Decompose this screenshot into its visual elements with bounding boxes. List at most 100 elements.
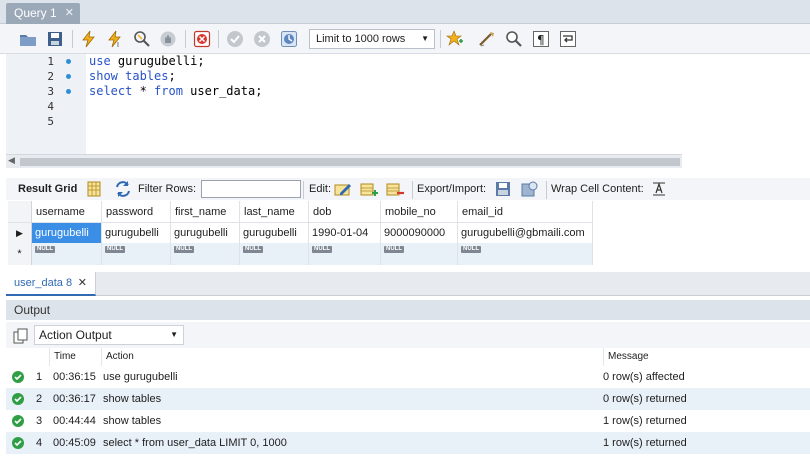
output-row[interactable]: 1 00:36:15 use gurugubelli 0 row(s) affe…: [6, 366, 810, 388]
column-header[interactable]: email_id: [458, 201, 593, 223]
statement-marker-icon: [66, 89, 71, 94]
scroll-left-icon[interactable]: ◀: [8, 155, 15, 166]
row-message: 1 row(s) returned: [603, 437, 687, 449]
refresh-icon[interactable]: [112, 178, 134, 200]
code-line-2[interactable]: show tables;: [89, 69, 176, 83]
table-cell[interactable]: 1990-01-04: [309, 223, 381, 243]
output-row[interactable]: 2 00:36:17 show tables 0 row(s) returned: [6, 388, 810, 410]
edit-row-icon[interactable]: [332, 178, 354, 200]
null-badge: NULL: [35, 246, 55, 253]
import-icon[interactable]: [518, 178, 540, 200]
add-snippet-icon[interactable]: [444, 28, 466, 50]
code-line-3[interactable]: select * from user_data;: [89, 84, 262, 98]
time-column-header[interactable]: Time: [50, 348, 102, 366]
chevron-down-icon: ▼: [170, 330, 178, 339]
new-row-cell[interactable]: NULL: [240, 243, 309, 265]
copy-output-icon[interactable]: [10, 325, 32, 347]
table-cell[interactable]: 9000090000: [381, 223, 458, 243]
table-cell[interactable]: gurugubelli: [240, 223, 309, 243]
export-icon[interactable]: [492, 178, 514, 200]
new-row-cell[interactable]: NULL: [309, 243, 381, 265]
sql-text: gurugubelli;: [110, 54, 205, 68]
row-action: show tables: [103, 415, 162, 427]
toolbar-separator: [72, 30, 73, 48]
toggle-error-icon[interactable]: [191, 28, 213, 50]
open-icon[interactable]: [17, 28, 39, 50]
tab-query-1[interactable]: Query 1 ✕: [6, 3, 80, 24]
null-badge: NULL: [105, 246, 125, 253]
sql-editor-toolbar: I Limit to 1000 rows ▼ ¶: [0, 24, 810, 54]
wrap-cell-label: Wrap Cell Content:: [551, 183, 644, 195]
chevron-down-icon: ▼: [421, 34, 429, 43]
column-header[interactable]: last_name: [240, 201, 309, 223]
column-header[interactable]: first_name: [171, 201, 240, 223]
query-tab-strip: Query 1 ✕: [0, 0, 810, 24]
result-tab-label: user_data 8: [14, 277, 73, 289]
new-row-cell[interactable]: NULL: [32, 243, 102, 265]
filter-rows-input[interactable]: [201, 180, 301, 198]
autocommit-icon[interactable]: [278, 28, 300, 50]
rollback-icon[interactable]: [251, 28, 273, 50]
scrollbar-thumb[interactable]: [20, 158, 680, 166]
sql-text: ;: [168, 69, 176, 83]
limit-rows-value: Limit to 1000 rows: [316, 33, 406, 45]
limit-rows-select[interactable]: Limit to 1000 rows ▼: [309, 29, 435, 49]
message-column-header[interactable]: Message: [604, 348, 810, 366]
success-icon: [12, 415, 24, 427]
column-header[interactable]: dob: [309, 201, 381, 223]
wrap-icon[interactable]: [557, 28, 579, 50]
beautify-icon[interactable]: [476, 28, 498, 50]
row-number: 3: [36, 415, 43, 427]
table-cell[interactable]: gurugubelli: [171, 223, 240, 243]
save-icon[interactable]: [44, 28, 66, 50]
delete-row-icon[interactable]: [384, 178, 406, 200]
result-toolbar: Result Grid Filter Rows: Edit: Export/Im…: [6, 178, 810, 200]
result-grid-button[interactable]: Result Grid: [18, 183, 77, 195]
find-icon[interactable]: [503, 28, 525, 50]
row-number: 4: [36, 437, 43, 449]
result-grid: username password first_name last_name d…: [8, 201, 593, 266]
line-number: 2: [47, 70, 54, 83]
close-tab-icon[interactable]: ✕: [65, 3, 74, 23]
line-number: 3: [47, 85, 54, 98]
result-tab-bar: user_data 8 ✕: [6, 272, 810, 296]
invisible-chars-icon[interactable]: ¶: [530, 28, 552, 50]
output-row[interactable]: 3 00:44:44 show tables 1 row(s) returned: [6, 410, 810, 432]
code-line-1[interactable]: use gurugubelli;: [89, 54, 205, 68]
new-row-cell[interactable]: NULL: [458, 243, 593, 265]
commit-icon[interactable]: [224, 28, 246, 50]
row-number: 1: [36, 371, 43, 383]
current-row-icon[interactable]: ▶: [8, 223, 32, 243]
new-row-cell[interactable]: NULL: [381, 243, 458, 265]
row-time: 00:36:15: [53, 371, 96, 383]
line-number: 1: [47, 55, 54, 68]
editor-horizontal-scrollbar[interactable]: ◀: [6, 154, 682, 168]
null-badge: NULL: [461, 246, 481, 253]
table-cell[interactable]: gurugubelli: [32, 223, 102, 243]
success-icon: [12, 437, 24, 449]
explain-icon[interactable]: [131, 28, 153, 50]
execute-current-icon[interactable]: I: [104, 28, 126, 50]
new-row-cell[interactable]: NULL: [102, 243, 171, 265]
column-header[interactable]: username: [32, 201, 102, 223]
new-row-cell[interactable]: NULL: [171, 243, 240, 265]
column-header[interactable]: mobile_no: [381, 201, 458, 223]
stop-icon[interactable]: [157, 28, 179, 50]
output-row[interactable]: 4 00:45:09 select * from user_data LIMIT…: [6, 432, 810, 454]
null-badge: NULL: [384, 246, 404, 253]
toolbar-separator: [412, 181, 413, 199]
action-column-header[interactable]: Action: [102, 348, 604, 366]
column-header[interactable]: password: [102, 201, 171, 223]
output-type-select[interactable]: Action Output ▼: [34, 325, 184, 345]
wrap-cell-icon[interactable]: [648, 178, 670, 200]
row-time: 00:36:17: [53, 393, 96, 405]
add-row-icon[interactable]: [358, 178, 380, 200]
output-toolbar: Action Output ▼: [6, 322, 810, 348]
tab-user-data-8[interactable]: user_data 8 ✕: [6, 272, 96, 296]
close-result-tab-icon[interactable]: ✕: [78, 272, 87, 294]
table-cell[interactable]: gurugubelli: [102, 223, 171, 243]
toolbar-separator: [218, 30, 219, 48]
table-cell[interactable]: gurugubelli@gbmaili.com: [458, 223, 593, 243]
execute-icon[interactable]: [78, 28, 100, 50]
grid-view-icon[interactable]: [83, 178, 105, 200]
